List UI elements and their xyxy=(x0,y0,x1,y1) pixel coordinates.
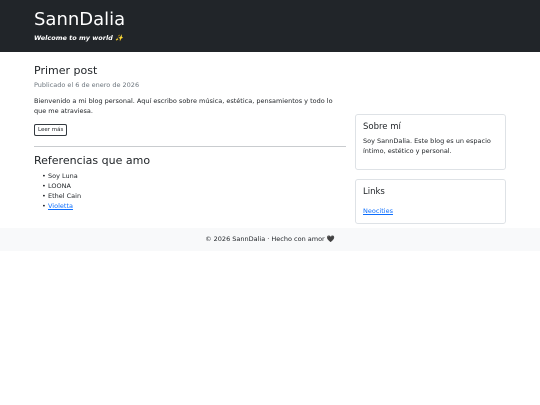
post-body: Bienvenido a mi blog personal. Aquí escr… xyxy=(34,97,333,115)
divider xyxy=(34,146,346,147)
site-tagline: Welcome to my world ✨ xyxy=(34,34,124,42)
list-item: Ethel Cain xyxy=(42,191,346,201)
list-item: LOONA xyxy=(42,181,346,191)
reference-loona: LOONA xyxy=(48,182,71,190)
footer-text: © 2026 SannDalia · Hecho con amor 🖤 xyxy=(205,235,335,243)
neocities-link[interactable]: Neocities xyxy=(363,207,393,215)
reference-link-violetta[interactable]: Violetta xyxy=(48,202,73,210)
about-card: Sobre mí Soy SannDalia. Este blog es un … xyxy=(355,114,506,170)
links-card: Links Neocities xyxy=(355,179,506,224)
read-more-button[interactable]: Leer más xyxy=(34,124,68,136)
about-text: Soy SannDalia. Este blog es un espacio í… xyxy=(363,137,491,155)
list-item: Violetta xyxy=(42,201,346,211)
post-title: Primer post xyxy=(34,64,98,77)
site-title: SannDalia xyxy=(34,9,126,30)
main-column: Primer post Publicado el 6 de enero de 2… xyxy=(34,64,346,211)
sidebar: Sobre mí Soy SannDalia. Este blog es un … xyxy=(355,114,506,224)
about-title: Sobre mí xyxy=(363,122,401,132)
references-section: Referencias que amo Soy Luna LOONA Ethel… xyxy=(34,154,346,211)
content-container: Primer post Publicado el 6 de enero de 2… xyxy=(0,52,540,228)
post-article: Primer post Publicado el 6 de enero de 2… xyxy=(34,64,346,136)
reference-ethel-cain: Ethel Cain xyxy=(48,192,82,200)
references-title: Referencias que amo xyxy=(34,154,151,167)
list-item: Soy Luna xyxy=(42,171,346,181)
post-date: Publicado el 6 de enero de 2026 xyxy=(34,81,140,89)
references-list: Soy Luna LOONA Ethel Cain Violetta xyxy=(34,171,346,211)
site-header: SannDalia Welcome to my world ✨ xyxy=(0,0,540,52)
links-title: Links xyxy=(363,187,385,197)
site-footer: © 2026 SannDalia · Hecho con amor 🖤 xyxy=(0,228,540,251)
reference-soy-luna: Soy Luna xyxy=(48,172,78,180)
